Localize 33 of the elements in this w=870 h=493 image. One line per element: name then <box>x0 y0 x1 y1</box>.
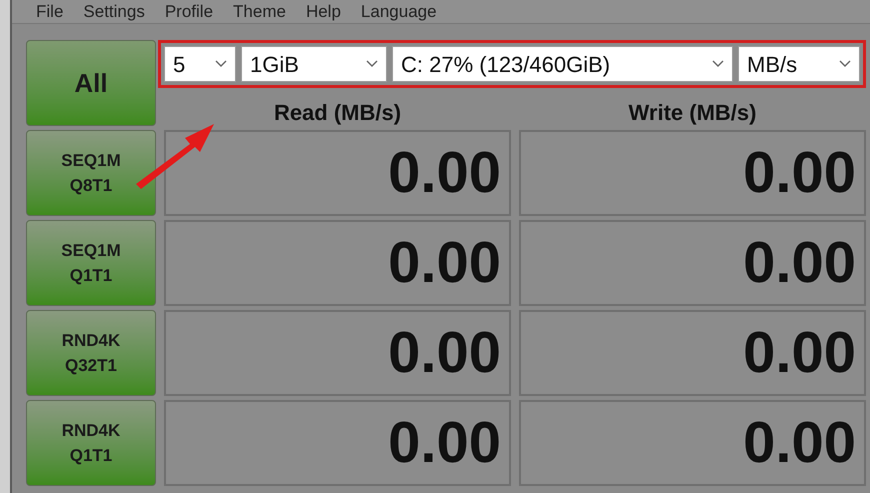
all-button[interactable]: All <box>26 40 156 126</box>
test-button[interactable]: RND4K Q32T1 <box>26 310 156 396</box>
result-value: 0.00 <box>743 234 856 292</box>
dropdown-value: MB/s <box>747 50 798 78</box>
result-value: 0.00 <box>388 414 501 472</box>
chevron-down-icon <box>366 60 378 68</box>
dropdown[interactable]: 5 <box>164 46 236 82</box>
chevron-down-icon <box>215 60 227 68</box>
result-value: 0.00 <box>743 414 856 472</box>
menu-item[interactable]: Help <box>306 0 341 24</box>
result-value: 0.00 <box>743 144 856 202</box>
menu-item[interactable]: Profile <box>164 0 214 24</box>
dropdown[interactable]: C: 27% (123/460GiB) <box>392 46 733 82</box>
column-header: Write (MB/s) <box>628 98 756 127</box>
test-button[interactable]: RND4K Q1T1 <box>26 400 156 486</box>
result-value: 0.00 <box>388 234 501 292</box>
dropdown-value: 5 <box>173 50 186 78</box>
menu-item[interactable]: Settings <box>83 0 145 24</box>
menu-item[interactable]: Theme <box>233 0 286 24</box>
result-value: 0.00 <box>743 324 856 382</box>
dropdown-value: C: 27% (123/460GiB) <box>401 50 610 78</box>
test-button[interactable]: SEQ1M Q1T1 <box>26 220 156 306</box>
result-value: 0.00 <box>388 324 501 382</box>
chevron-down-icon <box>839 60 851 68</box>
result-value: 0.00 <box>388 144 501 202</box>
menu-item[interactable]: File <box>36 0 64 24</box>
dropdown[interactable]: 1GiB <box>241 46 387 82</box>
chevron-down-icon <box>712 60 724 68</box>
menu-item[interactable]: Language <box>360 0 437 24</box>
dropdown-value: 1GiB <box>250 50 299 78</box>
test-button[interactable]: SEQ1M Q8T1 <box>26 130 156 216</box>
column-header: Read (MB/s) <box>274 98 402 127</box>
dropdown[interactable]: MB/s <box>738 46 860 82</box>
